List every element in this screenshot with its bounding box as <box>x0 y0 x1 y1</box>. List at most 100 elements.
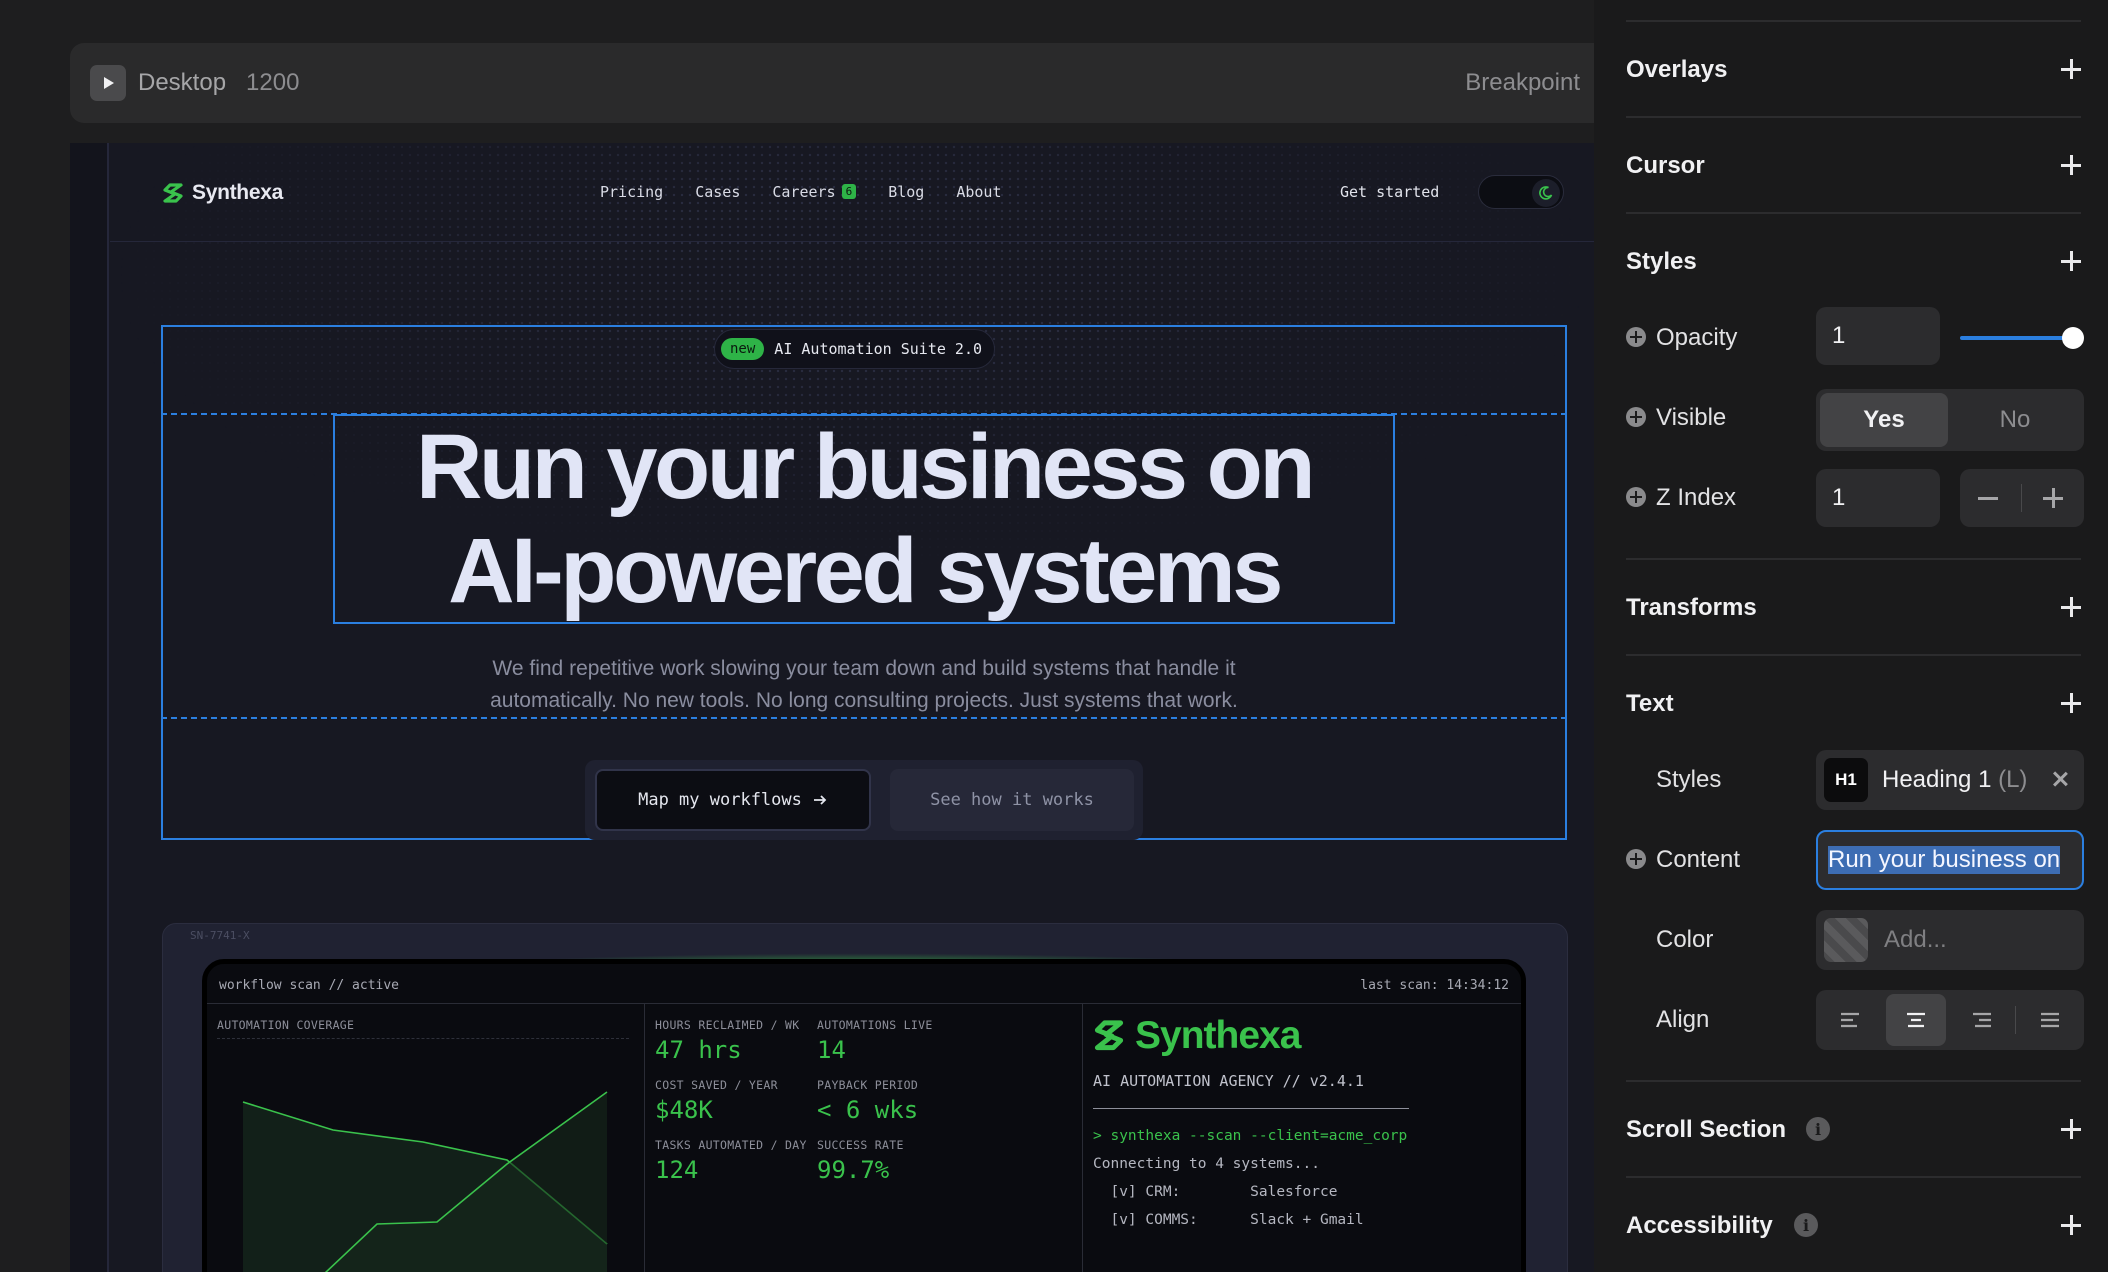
opacity-input[interactable]: 1 <box>1816 307 1940 365</box>
add-scroll-section-icon[interactable] <box>2060 1118 2082 1140</box>
increment-icon[interactable] <box>2042 487 2064 509</box>
zindex-input[interactable]: 1 <box>1816 469 1940 527</box>
text-style-chip[interactable]: H1 Heading 1 (L) <box>1816 750 2084 810</box>
play-icon <box>104 77 114 89</box>
align-justify-option[interactable] <box>2020 994 2080 1046</box>
site-nav: Pricing Cases Careers 6 Blog About <box>600 183 1002 201</box>
zindex-stepper <box>1960 469 2084 527</box>
device-serial: SN-7741-X <box>190 929 250 942</box>
overlays-title[interactable]: Overlays <box>1626 56 1727 84</box>
add-content-icon[interactable] <box>1626 849 1646 869</box>
visible-no-option[interactable]: No <box>1950 393 2080 447</box>
breakpoint-width: 1200 <box>246 69 300 96</box>
map-workflows-button[interactable]: Map my workflows <box>595 769 871 831</box>
hero-line-1: Run your business on <box>415 416 1316 518</box>
text-style-name-label: Heading 1 <box>1882 766 1992 793</box>
add-text-icon[interactable] <box>2060 692 2082 714</box>
align-right-option[interactable] <box>1952 994 2012 1046</box>
scroll-section-title[interactable]: Scroll Section <box>1626 1116 1786 1144</box>
accessibility-title[interactable]: Accessibility <box>1626 1212 1773 1240</box>
color-label: Color <box>1656 926 1714 953</box>
play-button[interactable] <box>90 65 126 101</box>
close-icon[interactable] <box>2050 769 2070 789</box>
canvas: Desktop 1200 Breakpoint Synthexa Pricing… <box>0 0 1594 1272</box>
section-divider <box>1626 116 2081 118</box>
add-transform-icon[interactable] <box>2060 596 2082 618</box>
breakpoint-device[interactable]: Desktop <box>138 69 226 97</box>
agency-divider <box>1093 1108 1409 1109</box>
text-title[interactable]: Text <box>1626 690 1674 718</box>
zindex-label: Z Index <box>1656 484 1737 511</box>
stats-panel: HOURS RECLAIMED / WK 47 hrs AUTOMATIONS … <box>645 1004 1083 1272</box>
color-input[interactable]: Add... <box>1816 910 2084 970</box>
align-label: Align <box>1656 1006 1710 1033</box>
coverage-panel: AUTOMATION COVERAGE <box>207 1004 645 1272</box>
cursor-title[interactable]: Cursor <box>1626 152 1705 180</box>
section-divider <box>1626 654 2081 656</box>
terminal-output: > synthexa --scan --client=acme_corp Conn… <box>1093 1122 1407 1234</box>
screen-header: workflow scan // active last scan: 14:34… <box>207 964 1521 1004</box>
site-gutter-line <box>108 143 109 1272</box>
add-visible-icon[interactable] <box>1626 407 1646 427</box>
stat-automations: AUTOMATIONS LIVE 14 <box>817 1018 933 1064</box>
add-accessibility-icon[interactable] <box>2060 1214 2082 1236</box>
add-opacity-icon[interactable] <box>1626 327 1646 347</box>
color-placeholder: Add... <box>1884 926 1947 953</box>
add-style-icon[interactable] <box>2060 250 2082 272</box>
add-overlay-icon[interactable] <box>2060 58 2082 80</box>
align-control <box>1816 990 2084 1050</box>
nav-careers[interactable]: Careers 6 <box>772 183 857 201</box>
text-styles-label: Styles <box>1656 766 1722 793</box>
screen-brand-text: Synthexa <box>1135 1014 1301 1057</box>
visible-label: Visible <box>1656 404 1727 431</box>
nav-divider <box>110 241 1594 242</box>
opacity-slider-handle[interactable] <box>2062 327 2084 349</box>
nav-blog[interactable]: Blog <box>888 183 924 201</box>
terminal-line: > synthexa --scan --client=acme_corp <box>1093 1128 1408 1144</box>
visible-yes-option[interactable]: Yes <box>1820 393 1948 447</box>
color-swatch[interactable] <box>1824 918 1868 962</box>
decrement-icon[interactable] <box>1978 497 1998 500</box>
section-divider <box>1626 212 2081 214</box>
get-started-link[interactable]: Get started <box>1340 183 1439 201</box>
stat-hours-label: HOURS RECLAIMED / WK <box>655 1018 800 1032</box>
nav-about[interactable]: About <box>956 183 1001 201</box>
transforms-title[interactable]: Transforms <box>1626 594 1757 622</box>
stat-hours-value: 47 hrs <box>655 1036 742 1064</box>
coverage-divider <box>217 1038 629 1039</box>
terminal-line: [v] CRM: Salesforce <box>1093 1184 1338 1200</box>
align-center-option[interactable] <box>1886 994 1946 1046</box>
site-preview[interactable]: Synthexa Pricing Cases Careers 6 Blog Abo… <box>70 143 1594 1272</box>
hero-heading[interactable]: Run your business on AI-powered systems <box>333 415 1395 623</box>
stat-payback-label: PAYBACK PERIOD <box>817 1078 919 1092</box>
site-gutter <box>70 143 108 1272</box>
device-screen: workflow scan // active last scan: 14:34… <box>202 959 1526 1272</box>
nav-cases[interactable]: Cases <box>695 183 740 201</box>
logo-text: Synthexa <box>192 181 283 204</box>
breakpoint-bar: Desktop 1200 Breakpoint <box>70 43 1594 123</box>
stat-payback-value: < 6 wks <box>817 1096 919 1124</box>
screen-title: workflow scan // active <box>219 978 400 993</box>
nav-pricing[interactable]: Pricing <box>600 183 663 201</box>
add-zindex-icon[interactable] <box>1626 487 1646 507</box>
styles-title[interactable]: Styles <box>1626 248 1697 276</box>
see-how-it-works-button[interactable]: See how it works <box>890 769 1134 831</box>
stat-tasks-value: 124 <box>655 1156 699 1184</box>
moon-icon <box>1539 186 1553 200</box>
agency-line: AI AUTOMATION AGENCY // v2.4.1 <box>1093 1072 1364 1090</box>
opacity-slider[interactable] <box>1960 336 2074 340</box>
align-left-icon <box>1841 1012 1859 1028</box>
hero-subtitle: We find repetitive work slowing your tea… <box>410 653 1318 717</box>
breakpoint-label[interactable]: Breakpoint <box>1465 69 1580 97</box>
align-center-icon <box>1907 1012 1925 1028</box>
announcement-pill[interactable]: new AI Automation Suite 2.0 <box>714 329 996 369</box>
terminal-panel: Synthexa AI AUTOMATION AGENCY // v2.4.1 … <box>1083 1004 1521 1272</box>
align-left-option[interactable] <box>1820 994 1880 1046</box>
content-input[interactable]: Run your business on <box>1816 830 2084 890</box>
info-icon[interactable]: i <box>1794 1213 1818 1237</box>
stat-payback: PAYBACK PERIOD < 6 wks <box>817 1078 918 1124</box>
info-icon[interactable]: i <box>1806 1117 1830 1141</box>
theme-toggle[interactable] <box>1478 175 1564 209</box>
site-logo[interactable]: Synthexa <box>162 181 283 205</box>
add-cursor-icon[interactable] <box>2060 154 2082 176</box>
